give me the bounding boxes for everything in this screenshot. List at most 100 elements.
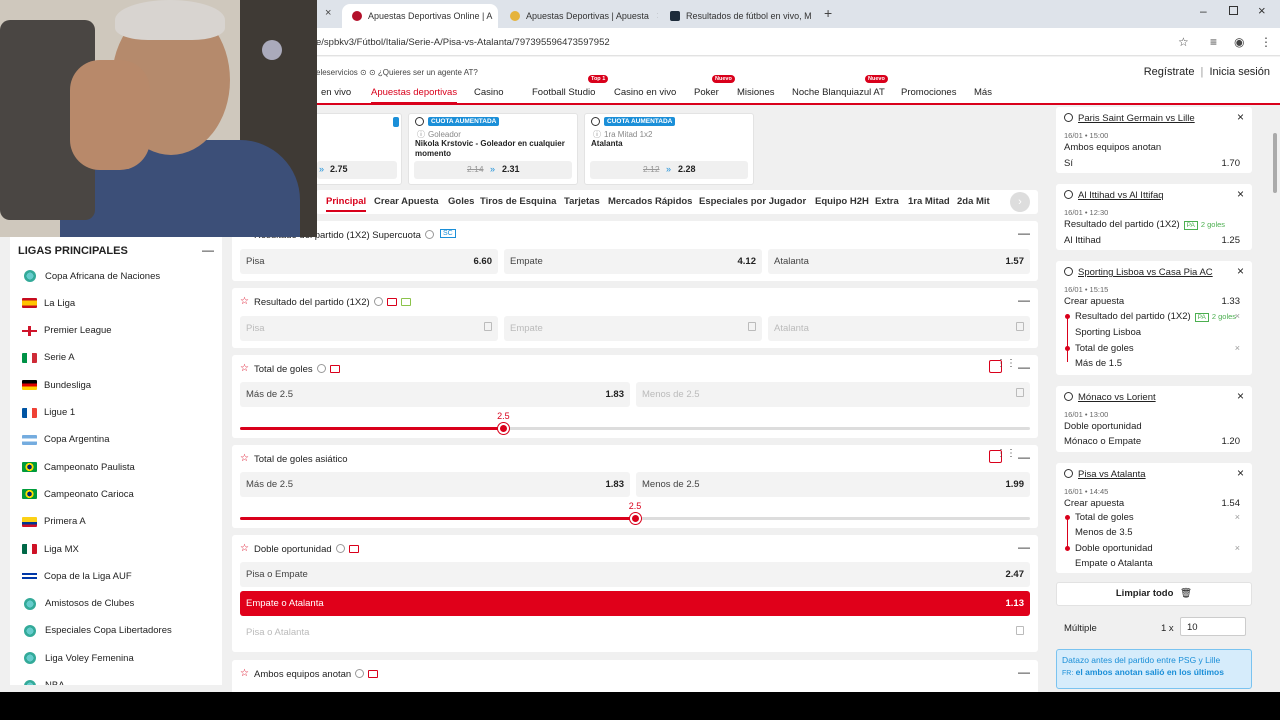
league-item[interactable]: Bundesliga xyxy=(22,375,91,395)
league-item[interactable]: Liga MX xyxy=(22,539,79,559)
favorite-star-icon[interactable]: ☆ xyxy=(240,296,249,307)
promo-odd-button[interactable]: 2.14 » 2.31 xyxy=(414,161,572,179)
bookmark-star-icon[interactable]: ☆ xyxy=(1178,35,1189,49)
nav-item[interactable]: Poker xyxy=(694,87,719,98)
selection-atalanta[interactable]: Atalanta 1.57 xyxy=(768,249,1030,274)
market-tab[interactable]: Tiros de Esquina xyxy=(480,196,556,207)
favorite-star-icon[interactable]: ☆ xyxy=(240,363,249,374)
top-links[interactable]: eleservicios ⊙ ⊙ ¿Quieres ser un agente … xyxy=(316,68,478,77)
collapse-icon[interactable]: — xyxy=(1018,293,1030,307)
nav-item[interactable]: Casino xyxy=(474,87,504,98)
favorite-star-icon[interactable]: ☆ xyxy=(240,543,249,554)
nav-item[interactable]: Casino en vivo xyxy=(614,87,676,98)
league-item[interactable]: Campeonato Carioca xyxy=(22,484,134,504)
league-item[interactable]: Campeonato Paulista xyxy=(22,457,135,477)
nav-item[interactable]: Promociones xyxy=(901,87,956,98)
selection-under[interactable]: Menos de 2.5 1.99 xyxy=(636,472,1030,497)
promo-card[interactable]: CUOTA AUMENTADA ⓘ Goleador Nikola Krstov… xyxy=(408,113,578,185)
tab-apuestas-deportivas[interactable]: Apuestas Deportivas | Apuesta × xyxy=(500,4,658,28)
tab-apuestas-online[interactable]: Apuestas Deportivas Online | A × xyxy=(342,4,498,28)
minimize-icon[interactable]: – xyxy=(1200,4,1207,18)
tab-resultados[interactable]: Resultados de fútbol en vivo, M × xyxy=(660,4,818,28)
nav-item[interactable]: Más xyxy=(974,87,992,98)
selection-over[interactable]: Más de 2.5 1.83 xyxy=(240,472,630,497)
selection-empate-o-atalanta-selected[interactable]: Empate o Atalanta 1.13 xyxy=(240,591,1030,616)
slider-handle[interactable] xyxy=(630,513,641,524)
promo-card[interactable]: » 2.75 xyxy=(312,113,402,185)
nav-item[interactable]: en vivo xyxy=(321,87,351,98)
nav-item[interactable]: Misiones xyxy=(737,87,775,98)
promo-card[interactable]: CUOTA AUMENTADA ⓘ 1ra Mitad 1x2 Atalanta… xyxy=(584,113,754,185)
league-item[interactable]: Primera A xyxy=(22,512,86,532)
remove-bet-icon[interactable]: × xyxy=(1237,466,1244,480)
remove-leg-icon[interactable]: × xyxy=(1235,543,1240,553)
close-tab-icon[interactable]: × xyxy=(649,10,658,22)
clear-all-button[interactable]: Limpiar todo 🗑 xyxy=(1056,582,1252,606)
promo-odd-button[interactable]: 2.12 » 2.28 xyxy=(590,161,748,179)
nav-item[interactable]: Apuestas deportivas xyxy=(371,87,458,104)
remove-bet-icon[interactable]: × xyxy=(1237,389,1244,403)
league-item[interactable]: NBA xyxy=(22,676,65,685)
bet-event[interactable]: Al Ittihad vs Al Ittifaq xyxy=(1064,190,1164,201)
remove-leg-icon[interactable]: × xyxy=(1235,343,1240,353)
scroll-right-icon[interactable]: › xyxy=(1010,192,1030,212)
list-view-icon[interactable]: ⋮⋮ xyxy=(996,358,1016,369)
nav-item[interactable]: Football Studio xyxy=(532,87,595,98)
line-slider[interactable]: 2.5 xyxy=(240,411,1030,434)
market-tab[interactable]: Principal xyxy=(326,196,367,212)
list-view-icon[interactable]: ⋮⋮ xyxy=(996,448,1016,459)
nav-item[interactable]: Noche Blanquiazul AT xyxy=(792,87,885,98)
register-link[interactable]: Regístrate xyxy=(1144,66,1195,78)
profile-icon[interactable]: ◉ xyxy=(1234,35,1244,49)
league-item[interactable]: Premier League xyxy=(22,321,112,341)
league-item[interactable]: Copa de la Liga AUF xyxy=(22,566,132,586)
remove-leg-icon[interactable]: × xyxy=(1235,512,1240,522)
restore-icon[interactable] xyxy=(1229,6,1238,15)
close-tab-icon[interactable]: × xyxy=(812,10,818,22)
remove-bet-icon[interactable]: × xyxy=(1237,110,1244,124)
collapse-icon[interactable]: — xyxy=(1018,360,1030,374)
selection-pisa[interactable]: Pisa 6.60 xyxy=(240,249,498,274)
stake-input[interactable]: 10 xyxy=(1180,617,1246,636)
market-tab[interactable]: Goles xyxy=(448,196,474,207)
scrollbar[interactable] xyxy=(1273,133,1277,193)
url-field[interactable]: e/spbkv3/Fútbol/Italia/Serie-A/Pisa-vs-A… xyxy=(316,37,610,48)
bet-event[interactable]: Sporting Lisboa vs Casa Pia AC xyxy=(1064,267,1213,278)
remove-leg-icon[interactable]: × xyxy=(1235,311,1240,321)
league-item[interactable]: Copa Argentina xyxy=(22,430,110,450)
collapse-icon[interactable]: — xyxy=(202,243,214,257)
new-tab-icon[interactable]: + xyxy=(824,5,832,21)
market-tab[interactable]: 1ra Mitad xyxy=(908,196,950,207)
bet-event[interactable]: Mónaco vs Lorient xyxy=(1064,392,1156,403)
line-slider[interactable]: 2.5 xyxy=(240,501,1030,524)
collapse-icon[interactable]: — xyxy=(1018,665,1030,679)
league-item[interactable]: Ligue 1 xyxy=(22,403,75,423)
market-tab[interactable]: Extra xyxy=(875,196,899,207)
bet-event[interactable]: Paris Saint Germain vs Lille xyxy=(1064,113,1195,124)
league-item[interactable]: Amistosos de Clubes xyxy=(22,594,134,614)
remove-bet-icon[interactable]: × xyxy=(1237,264,1244,278)
slider-handle[interactable] xyxy=(498,423,510,434)
favorite-star-icon[interactable]: ☆ xyxy=(240,668,249,679)
market-tab[interactable]: Crear Apuesta xyxy=(374,196,439,207)
selection-over[interactable]: Más de 2.5 1.83 xyxy=(240,382,630,407)
league-item[interactable]: Serie A xyxy=(22,348,75,368)
collapse-icon[interactable]: — xyxy=(1018,450,1030,464)
market-tab[interactable]: 2da Mit xyxy=(957,196,990,207)
bet-event[interactable]: Pisa vs Atalanta xyxy=(1064,469,1146,480)
league-item[interactable]: La Liga xyxy=(22,293,75,313)
market-tab[interactable]: Tarjetas xyxy=(564,196,600,207)
promo-odd-button[interactable]: » 2.75 xyxy=(317,161,397,179)
favorite-star-icon[interactable]: ☆ xyxy=(240,453,249,464)
collapse-icon[interactable]: — xyxy=(1018,540,1030,554)
close-tab-icon[interactable]: × xyxy=(492,10,498,22)
market-tab[interactable]: Mercados Rápidos xyxy=(608,196,692,207)
close-icon[interactable]: × xyxy=(325,7,331,19)
login-link[interactable]: Inicia sesión xyxy=(1209,66,1270,78)
media-icon[interactable]: ≡ xyxy=(1210,35,1217,49)
market-tab[interactable]: Equipo H2H xyxy=(815,196,869,207)
league-item[interactable]: Especiales Copa Libertadores xyxy=(22,621,172,641)
selection-pisa-o-empate[interactable]: Pisa o Empate 2.47 xyxy=(240,562,1030,587)
menu-icon[interactable]: ⋮ xyxy=(1260,35,1272,49)
close-window-icon[interactable]: × xyxy=(1258,3,1266,18)
